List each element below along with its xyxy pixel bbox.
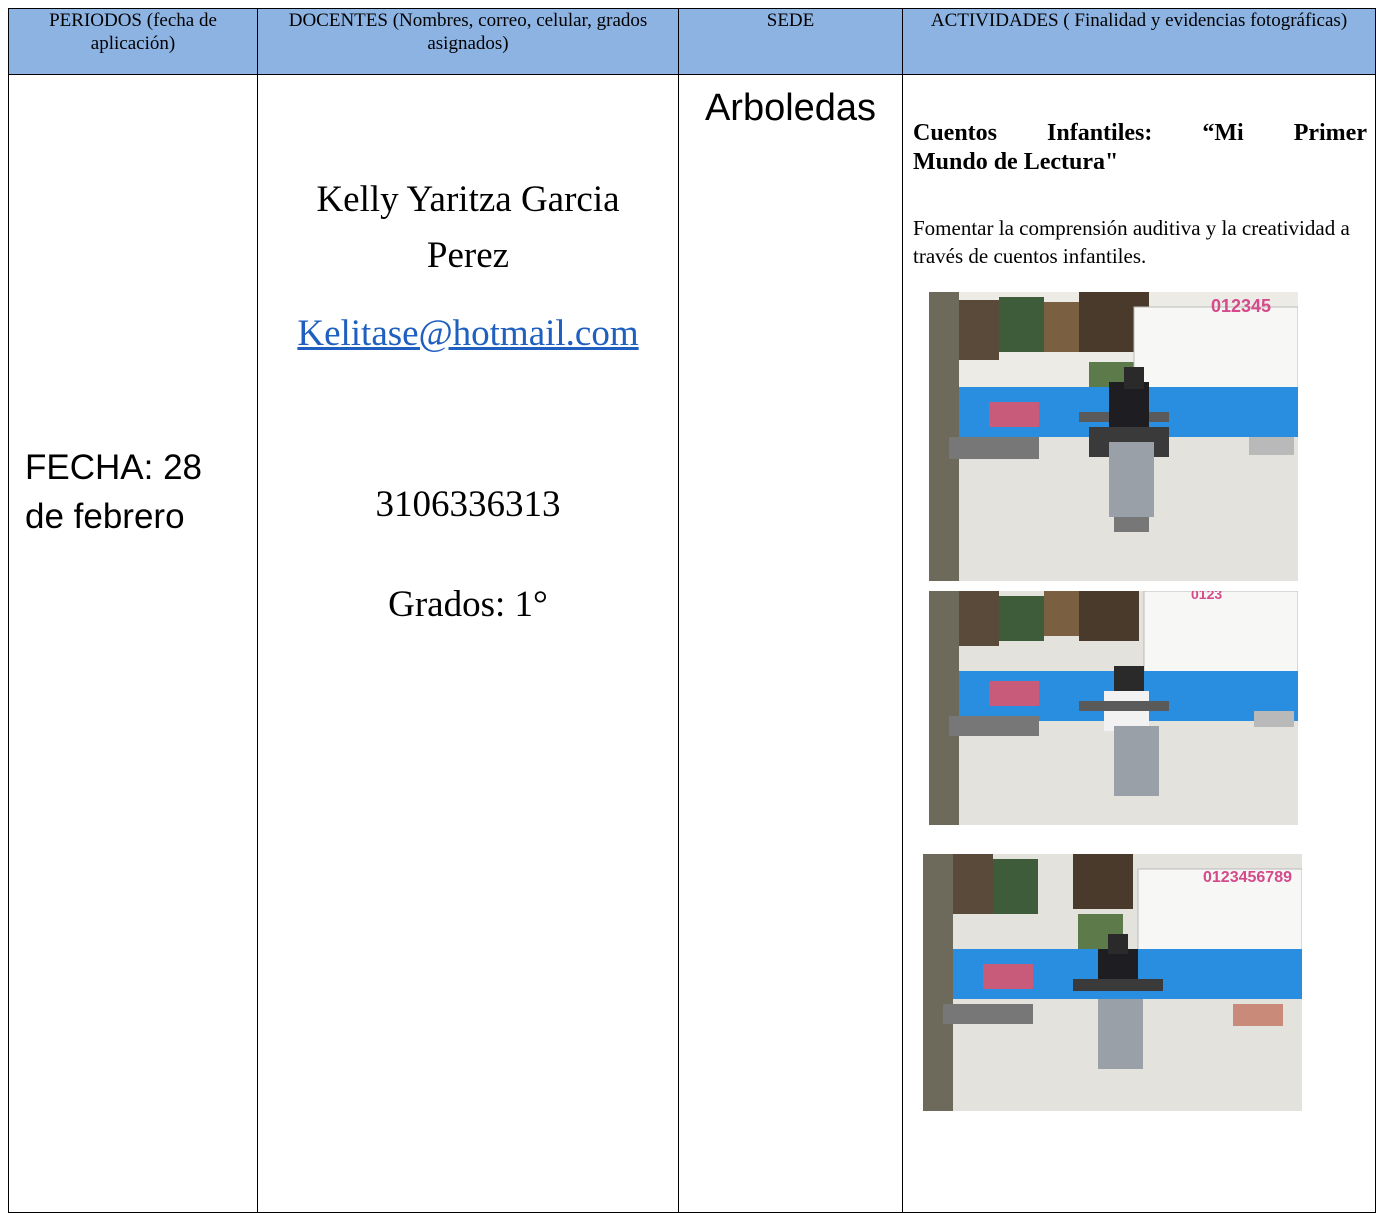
document-page: PERIODOS (fecha de aplicación) DOCENTES … bbox=[8, 8, 1376, 1213]
docente-name-line-1: Kelly Yaritza Garcia bbox=[316, 179, 620, 220]
activity-title-word: Primer bbox=[1293, 120, 1367, 146]
header-sede: SEDE bbox=[678, 8, 903, 75]
docente-email-link[interactable]: Kelitase@hotmail.com bbox=[258, 312, 678, 355]
fecha-line-1: FECHA: 28 bbox=[25, 448, 202, 487]
actividad-cell: Cuentos Infantiles: “Mi Primer Mundo de … bbox=[902, 74, 1376, 1213]
periodo-cell: FECHA: 28 de febrero bbox=[8, 74, 258, 1213]
header-periodos: PERIODOS (fecha de aplicación) bbox=[8, 8, 258, 75]
activity-table: PERIODOS (fecha de aplicación) DOCENTES … bbox=[8, 8, 1376, 1213]
fecha-line-2: de febrero bbox=[25, 497, 185, 536]
fecha-text: FECHA: 28 de febrero bbox=[25, 443, 202, 541]
activity-title-word: Cuentos bbox=[913, 120, 998, 146]
docente-name: Kelly Yaritza Garcia Perez bbox=[258, 172, 678, 284]
classroom-photo: 012345 bbox=[929, 292, 1298, 581]
docente-grados: Grados: 1° bbox=[388, 584, 548, 625]
docente-phone: 3106336313 bbox=[375, 484, 561, 525]
wall-numbers: 012345 bbox=[1211, 296, 1271, 316]
docente-name-line-2: Perez bbox=[426, 235, 510, 276]
classroom-photo: 0123 bbox=[929, 591, 1298, 825]
header-row: PERIODOS (fecha de aplicación) DOCENTES … bbox=[8, 8, 1376, 75]
classroom-photo: 0123456789 bbox=[923, 854, 1302, 1111]
header-actividades: ACTIVIDADES ( Finalidad y evidencias fot… bbox=[902, 8, 1376, 75]
activity-title-word: “Mi bbox=[1202, 120, 1244, 146]
activity-title-word: Infantiles: bbox=[1047, 120, 1153, 146]
wall-numbers: 0123456789 bbox=[1203, 869, 1292, 886]
header-docentes: DOCENTES (Nombres, correo, celular, grad… bbox=[257, 8, 679, 75]
sede-name: Arboledas bbox=[704, 87, 877, 129]
docente-cell: Kelly Yaritza Garcia Perez Kelitase@hotm… bbox=[257, 74, 679, 1213]
table-row: FECHA: 28 de febrero Kelly Yaritza Garci… bbox=[8, 74, 1376, 1213]
sede-cell: Arboledas bbox=[678, 74, 903, 1213]
activity-description: Fomentar la comprensión auditiva y la cr… bbox=[913, 216, 1350, 268]
activity-title: Cuentos Infantiles: “Mi Primer Mundo de … bbox=[913, 119, 1367, 177]
wall-numbers: 0123 bbox=[1191, 591, 1222, 602]
activity-title-line-2: Mundo de Lectura" bbox=[913, 149, 1119, 175]
